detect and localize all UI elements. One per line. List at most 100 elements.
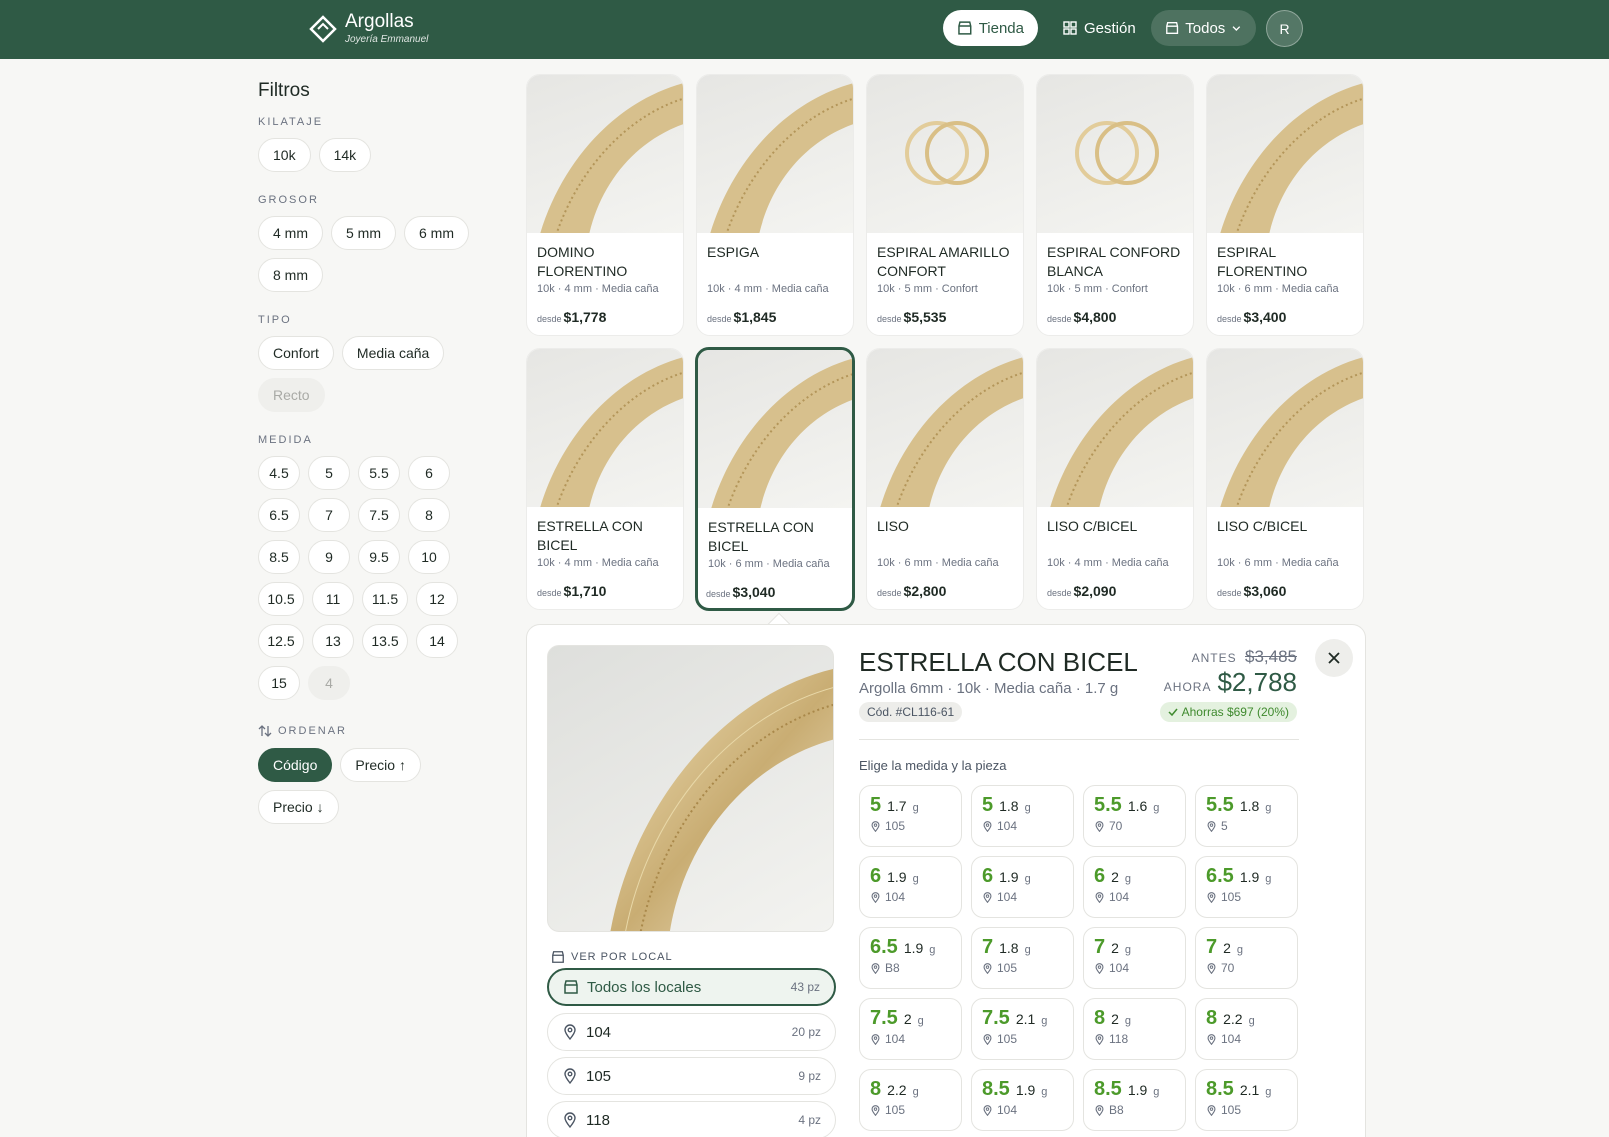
user-avatar[interactable]: R bbox=[1266, 10, 1303, 47]
chip-size[interactable]: 6 bbox=[408, 456, 450, 490]
chip-size[interactable]: 5 bbox=[308, 456, 350, 490]
piece-option[interactable]: 6 2 g 104 bbox=[1083, 856, 1186, 918]
piece-option[interactable]: 7.5 2.1 g 105 bbox=[971, 998, 1074, 1060]
piece-option[interactable]: 7 2 g 70 bbox=[1195, 927, 1298, 989]
chip-media-cana[interactable]: Media caña bbox=[341, 336, 445, 370]
close-button[interactable] bbox=[1315, 639, 1353, 677]
piece-option[interactable]: 8.5 2.1 g 105 bbox=[1195, 1069, 1298, 1131]
local-row-105[interactable]: 105 9 pz bbox=[547, 1057, 836, 1095]
ring-image-icon bbox=[540, 357, 683, 507]
product-card[interactable]: LISO 10k · 6 mm · Media caña desde $2,800 bbox=[866, 348, 1024, 610]
chip-size[interactable]: 11 bbox=[312, 582, 354, 616]
local-name: Todos los locales bbox=[587, 978, 702, 996]
piece-option[interactable]: 7 2 g 104 bbox=[1083, 927, 1186, 989]
chip-10k[interactable]: 10k bbox=[258, 138, 311, 172]
product-price: desde $3,060 bbox=[1217, 583, 1286, 599]
chip-size[interactable]: 9.5 bbox=[358, 540, 400, 574]
product-image bbox=[1037, 349, 1193, 507]
store-icon bbox=[1166, 21, 1179, 35]
product-meta: 10k · 5 mm · Confort bbox=[1047, 283, 1148, 295]
product-image bbox=[867, 349, 1023, 507]
product-card[interactable]: LISO C/BICEL 10k · 4 mm · Media caña desde… bbox=[1036, 348, 1194, 610]
piece-option[interactable]: 6.5 1.9 g B8 bbox=[859, 927, 962, 989]
chip-size[interactable]: 6.5 bbox=[258, 498, 300, 532]
piece-option[interactable]: 6.5 1.9 g 105 bbox=[1195, 856, 1298, 918]
chip-size[interactable]: 10.5 bbox=[258, 582, 304, 616]
product-price: desde $2,800 bbox=[877, 583, 946, 599]
piece-option[interactable]: 5.5 1.8 g 5 bbox=[1195, 785, 1298, 847]
piece-option[interactable]: 8 2 g 118 bbox=[1083, 998, 1186, 1060]
piece-option[interactable]: 7.5 2 g 104 bbox=[859, 998, 962, 1060]
ring-image-icon bbox=[880, 357, 1023, 507]
piece-location-text: 104 bbox=[997, 1103, 1018, 1117]
product-card[interactable]: ESPIRAL FLORENTINO 10k · 6 mm · Media cañ… bbox=[1206, 74, 1364, 336]
chip-size[interactable]: 5.5 bbox=[358, 456, 400, 490]
now-label: AHORA bbox=[1163, 680, 1212, 694]
piece-option[interactable]: 8.5 1.9 g B8 bbox=[1083, 1069, 1186, 1131]
product-card[interactable]: LISO C/BICEL 10k · 6 mm · Media caña desde… bbox=[1206, 348, 1364, 610]
piece-option[interactable]: 8.5 1.9 g 104 bbox=[971, 1069, 1074, 1131]
local-row-104[interactable]: 104 20 pz bbox=[547, 1013, 836, 1051]
chip-size[interactable]: 8 bbox=[408, 498, 450, 532]
piece-weight: 1.9 bbox=[999, 869, 1019, 885]
piece-option[interactable]: 5.5 1.6 g 70 bbox=[1083, 785, 1186, 847]
nav-tienda-button[interactable]: Tienda bbox=[943, 10, 1038, 46]
store-selector-dropdown[interactable]: Todos bbox=[1151, 10, 1256, 46]
savings-badge: Ahorras $697 (20%) bbox=[1159, 702, 1297, 722]
price-prefix: desde bbox=[1047, 588, 1072, 598]
piece-weight: 1.9 bbox=[887, 869, 907, 885]
sort-price-desc-chip[interactable]: Precio ↓ bbox=[258, 790, 339, 824]
map-pin-icon bbox=[983, 962, 992, 974]
brand[interactable]: Argollas Joyería Emmanuel bbox=[309, 12, 428, 45]
piece-option[interactable]: 6 1.9 g 104 bbox=[859, 856, 962, 918]
piece-option[interactable]: 8 2.2 g 104 bbox=[1195, 998, 1298, 1060]
chip-size[interactable]: 11.5 bbox=[362, 582, 408, 616]
sort-price-asc-chip[interactable]: Precio ↑ bbox=[340, 748, 421, 782]
chip-size[interactable]: 12.5 bbox=[258, 624, 304, 658]
map-pin-icon bbox=[1095, 1033, 1104, 1045]
product-card[interactable]: ESPIGA 10k · 4 mm · Media caña desde $1,845 bbox=[696, 74, 854, 336]
local-count: 4 pz bbox=[798, 1113, 821, 1127]
piece-size: 8.5 bbox=[982, 1078, 1010, 1100]
product-card[interactable]: ESTRELLA CON BICEL 10k · 4 mm · Media cañ… bbox=[526, 348, 684, 610]
chip-8mm[interactable]: 8 mm bbox=[258, 258, 323, 292]
map-pin-icon bbox=[871, 820, 880, 832]
chip-confort[interactable]: Confort bbox=[258, 336, 334, 370]
piece-option[interactable]: 6 1.9 g 104 bbox=[971, 856, 1074, 918]
piece-size: 8 bbox=[870, 1078, 882, 1100]
local-row-todos[interactable]: Todos los locales 43 pz bbox=[547, 968, 836, 1006]
price-value: $4,800 bbox=[1073, 309, 1117, 325]
chip-5mm[interactable]: 5 mm bbox=[331, 216, 396, 250]
product-card[interactable]: ESPIRAL CONFORD BLANCA 10k · 5 mm · Confo… bbox=[1036, 74, 1194, 336]
chip-size[interactable]: 10 bbox=[408, 540, 450, 574]
chip-6mm[interactable]: 6 mm bbox=[404, 216, 469, 250]
chip-14k[interactable]: 14k bbox=[318, 138, 372, 172]
chip-size[interactable]: 12 bbox=[416, 582, 458, 616]
chip-size[interactable]: 7.5 bbox=[358, 498, 400, 532]
piece-option[interactable]: 5 1.8 g 104 bbox=[971, 785, 1074, 847]
chip-size[interactable]: 15 bbox=[258, 666, 300, 700]
piece-option[interactable]: 8 2.2 g 105 bbox=[859, 1069, 962, 1131]
product-card[interactable]: ESTRELLA CON BICEL 10k · 6 mm · Media cañ… bbox=[695, 347, 855, 611]
piece-location-text: B8 bbox=[885, 961, 900, 975]
local-row-118[interactable]: 118 4 pz bbox=[547, 1101, 836, 1137]
map-pin-icon bbox=[983, 1104, 992, 1116]
piece-location: 104 bbox=[870, 890, 951, 904]
chip-size[interactable]: 13.5 bbox=[362, 624, 408, 658]
product-card[interactable]: ESPIRAL AMARILLO CONFORT 10k · 5 mm · Con… bbox=[866, 74, 1024, 336]
chip-size[interactable]: 9 bbox=[308, 540, 350, 574]
piece-option[interactable]: 5 1.7 g 105 bbox=[859, 785, 962, 847]
sort-codigo-chip[interactable]: Código bbox=[258, 748, 333, 782]
chip-size[interactable]: 4.5 bbox=[258, 456, 300, 490]
chip-4mm[interactable]: 4 mm bbox=[258, 216, 323, 250]
chip-size[interactable]: 14 bbox=[416, 624, 458, 658]
piece-option[interactable]: 7 1.8 g 105 bbox=[971, 927, 1074, 989]
ring-image-icon bbox=[540, 83, 683, 233]
chip-size[interactable]: 13 bbox=[312, 624, 354, 658]
product-card[interactable]: DOMINO FLORENTINO 10k · 4 mm · Media caña… bbox=[526, 74, 684, 336]
nav-gestion-button[interactable]: Gestión bbox=[1048, 10, 1154, 46]
chip-size[interactable]: 7 bbox=[308, 498, 350, 532]
chip-size[interactable]: 8.5 bbox=[258, 540, 300, 574]
ring-image-icon bbox=[1050, 357, 1193, 507]
piece-size: 6 bbox=[1094, 865, 1106, 887]
